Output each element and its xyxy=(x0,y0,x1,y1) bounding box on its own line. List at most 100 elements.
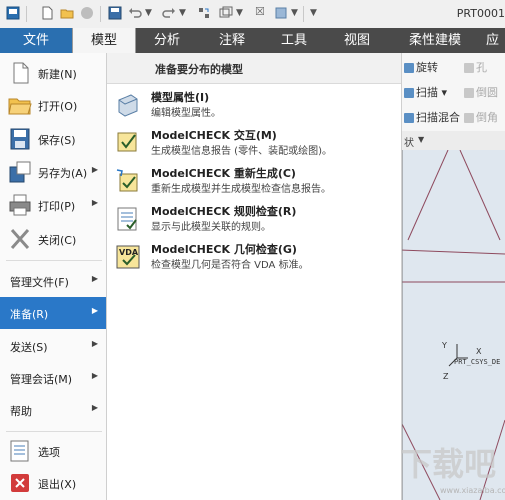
menu-save-label: 保存(S) xyxy=(38,134,76,147)
menu-manage-session-label: 管理会话(M) xyxy=(10,373,73,386)
axis-z-label: Z xyxy=(443,372,449,381)
exit-icon xyxy=(11,474,29,492)
menu-options[interactable]: 选项 xyxy=(0,435,106,467)
close-icon[interactable]: ☒ xyxy=(255,5,269,19)
axis-y-label: Y xyxy=(442,341,447,350)
ribbon-group-bar: 状 ▼ xyxy=(400,131,505,151)
watermark-graphic: 下载吧 xyxy=(400,445,496,483)
window-icon[interactable] xyxy=(219,6,233,20)
chevron-right-icon: ▶ xyxy=(91,403,98,412)
close-window-icon[interactable] xyxy=(80,6,94,20)
round-button[interactable]: 倒圆 xyxy=(464,84,498,100)
menu-help-label: 帮助 xyxy=(10,405,32,418)
tab-tools[interactable]: 工具 xyxy=(264,28,324,53)
menu-prepare[interactable]: 准备(R) ▶ xyxy=(0,297,106,329)
shape-group-label[interactable]: 状 xyxy=(404,134,414,149)
chevron-right-icon: ▶ xyxy=(91,306,98,315)
chamfer-label: 倒角 xyxy=(476,111,498,124)
ribbon-panel: 旋转 孔 扫描 ▾ 倒圆 扫描混合 倒角 xyxy=(400,53,505,132)
menu-help[interactable]: 帮助 ▶ xyxy=(0,394,106,426)
submenu-modelcheck-regenerate[interactable]: ModelCHECK 重新生成(C) 重新生成模型并生成模型检查信息报告。 xyxy=(107,162,401,200)
view-dropdown-icon[interactable]: ▼ xyxy=(291,8,298,18)
csys-label[interactable]: PRT_CSYS_DE xyxy=(454,358,500,366)
chevron-right-icon: ▶ xyxy=(91,339,98,348)
app-icon[interactable] xyxy=(6,6,20,20)
svg-text:VDA: VDA xyxy=(119,248,139,257)
submenu-item-title: ModelCHECK 规则检查(R) xyxy=(151,205,297,218)
open-icon[interactable] xyxy=(60,6,74,20)
menu-save[interactable]: 保存(S) xyxy=(0,123,106,155)
menu-close-label: 关闭(C) xyxy=(38,234,77,247)
tab-view[interactable]: 视图 xyxy=(324,28,390,53)
menu-send[interactable]: 发送(S) ▶ xyxy=(0,330,106,362)
tab-annotate[interactable]: 注释 xyxy=(200,28,264,53)
submenu-modelcheck-rules[interactable]: ModelCHECK 规则检查(R) 显示与此模型关联的规则。 xyxy=(107,200,401,238)
menu-close[interactable]: 关闭(C) xyxy=(0,223,106,255)
tab-file[interactable]: 文件 xyxy=(0,28,72,53)
round-label: 倒圆 xyxy=(476,86,498,99)
tab-applications[interactable]: 应 xyxy=(480,28,505,53)
model-properties-icon xyxy=(118,94,138,117)
watermark-url: www.xiazaiba.com xyxy=(440,486,505,495)
menu-separator xyxy=(6,260,102,261)
undo-dropdown-icon[interactable]: ▼ xyxy=(145,8,152,18)
chevron-right-icon: ▶ xyxy=(91,165,98,174)
menu-exit[interactable]: 退出(X) xyxy=(0,467,106,499)
window-dropdown-icon[interactable]: ▼ xyxy=(236,8,243,18)
save-icon[interactable] xyxy=(108,6,122,20)
sweep-button[interactable]: 扫描 ▾ xyxy=(404,84,447,100)
new-icon[interactable] xyxy=(40,6,54,20)
menu-separator xyxy=(6,431,102,432)
menu-print-label: 打印(P) xyxy=(38,200,76,213)
modelcheck-rules-icon xyxy=(117,207,137,231)
submenu-item-title: ModelCHECK 交互(M) xyxy=(151,129,277,142)
submenu-item-desc: 生成模型信息报告 (零件、装配或绘图)。 xyxy=(151,146,332,157)
file-menu: 新建(N) 打开(O) 保存(S) 另存为(A) ▶ 打印(P) ▶ 关闭(C)… xyxy=(0,53,107,500)
submenu-header: 准备要分布的模型 xyxy=(107,53,401,84)
ribbon-tab-bar: 文件 模型 分析 注释 工具 视图 柔性建模 应 xyxy=(0,28,505,53)
customize-icon[interactable]: ▼ xyxy=(310,8,317,18)
toolbar-separator xyxy=(26,6,27,22)
tab-flexible-modeling[interactable]: 柔性建模 xyxy=(390,28,480,53)
toolbar-separator xyxy=(100,6,101,22)
redo-icon[interactable] xyxy=(162,6,176,20)
regenerate-icon[interactable] xyxy=(197,6,211,20)
menu-send-label: 发送(S) xyxy=(10,341,48,354)
new-file-icon xyxy=(13,62,29,84)
menu-manage-file[interactable]: 管理文件(F) ▶ xyxy=(0,265,106,297)
submenu-modelcheck-geometry[interactable]: VDA ModelCHECK 几何检查(G) 检查模型几何是否符合 VDA 标准… xyxy=(107,238,401,276)
revolve-icon xyxy=(404,63,414,73)
swept-blend-label: 扫描混合 xyxy=(416,111,460,124)
revolve-label: 旋转 xyxy=(416,61,438,74)
redo-dropdown-icon[interactable]: ▼ xyxy=(179,8,186,18)
menu-options-label: 选项 xyxy=(38,446,60,459)
view-icon[interactable] xyxy=(274,6,288,20)
menu-save-as[interactable]: 另存为(A) ▶ xyxy=(0,156,106,188)
menu-new[interactable]: 新建(N) xyxy=(0,57,106,89)
vda-geometry-check-icon: VDA xyxy=(116,245,140,269)
submenu-item-title: ModelCHECK 重新生成(C) xyxy=(151,167,296,180)
menu-open[interactable]: 打开(O) xyxy=(0,89,106,121)
menu-manage-session[interactable]: 管理会话(M) ▶ xyxy=(0,362,106,394)
axis-x-label: X xyxy=(476,347,482,356)
shape-group-dropdown-icon[interactable]: ▼ xyxy=(418,135,424,144)
tab-analysis[interactable]: 分析 xyxy=(134,28,200,53)
chamfer-icon xyxy=(464,113,474,123)
swept-blend-button[interactable]: 扫描混合 xyxy=(404,109,460,125)
hole-button[interactable]: 孔 xyxy=(464,59,487,75)
sweep-label: 扫描 xyxy=(416,86,438,99)
submenu-item-desc: 检查模型几何是否符合 VDA 标准。 xyxy=(151,260,309,271)
menu-print[interactable]: 打印(P) ▶ xyxy=(0,189,106,221)
save-disk-icon xyxy=(10,128,30,150)
submenu-item-title: ModelCHECK 几何检查(G) xyxy=(151,243,297,256)
hole-label: 孔 xyxy=(476,61,487,74)
chamfer-button[interactable]: 倒角 xyxy=(464,109,498,125)
submenu-model-properties[interactable]: 模型属性(I) 编辑模型属性。 xyxy=(107,86,401,124)
save-as-icon xyxy=(9,161,31,183)
tab-model[interactable]: 模型 xyxy=(72,28,136,53)
revolve-button[interactable]: 旋转 xyxy=(404,59,438,75)
undo-icon[interactable] xyxy=(128,6,142,20)
prepare-submenu: 准备要分布的模型 模型属性(I) 编辑模型属性。 ModelCHECK 交互(M… xyxy=(106,53,402,500)
submenu-modelcheck-interactive[interactable]: ModelCHECK 交互(M) 生成模型信息报告 (零件、装配或绘图)。 xyxy=(107,124,401,162)
sweep-icon xyxy=(404,88,414,98)
